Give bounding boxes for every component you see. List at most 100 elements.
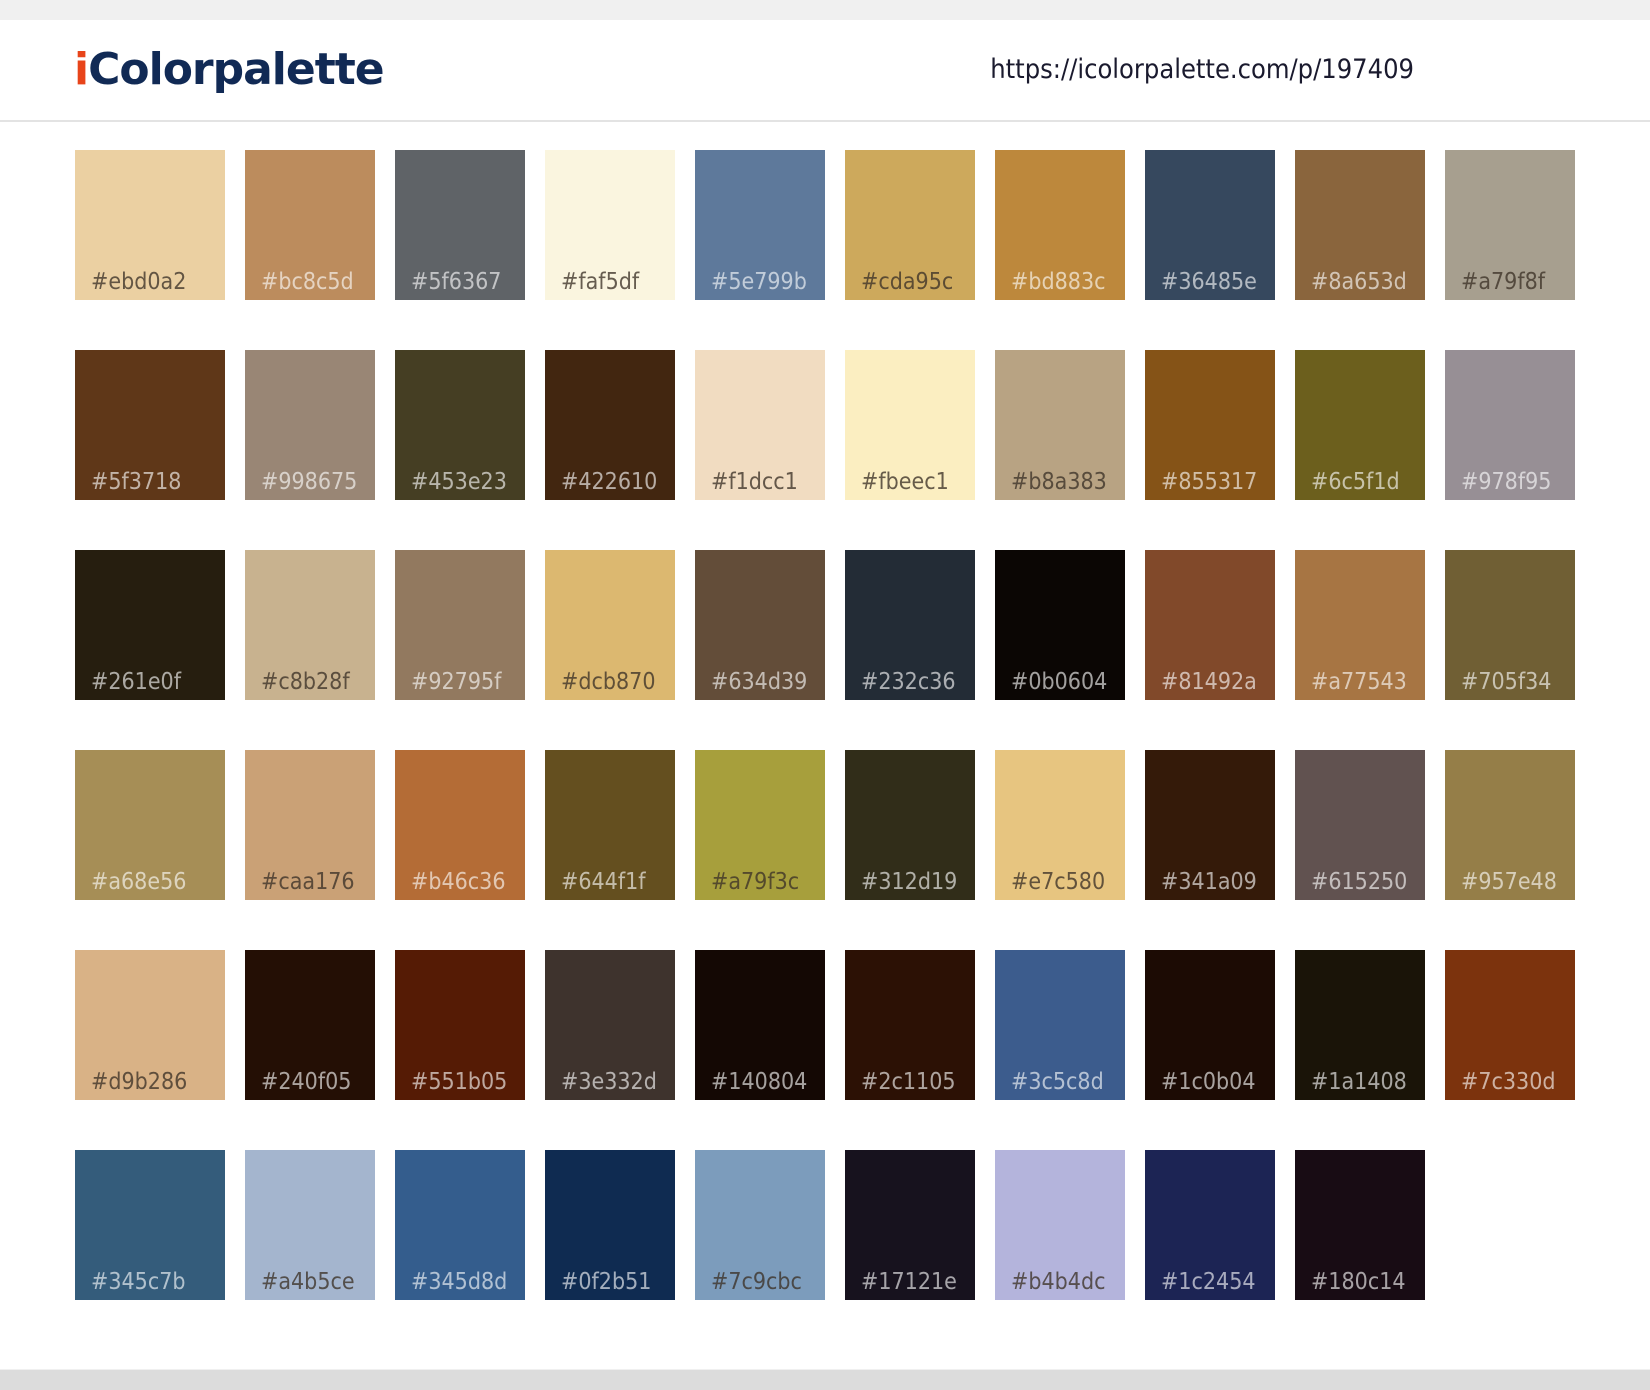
color-swatch[interactable]: #a79f3c [695, 750, 825, 900]
color-swatch[interactable]: #92795f [395, 550, 525, 700]
swatch-hex-label: #8a653d [1311, 269, 1407, 295]
color-swatch[interactable]: #e7c580 [995, 750, 1125, 900]
swatch-hex-label: #261e0f [91, 669, 182, 695]
color-swatch[interactable]: #634d39 [695, 550, 825, 700]
swatch-hex-label: #7c9cbc [711, 1269, 802, 1295]
swatch-hex-label: #7c330d [1461, 1069, 1556, 1095]
swatch-hex-label: #551b05 [411, 1069, 508, 1095]
color-swatch[interactable]: #a79f8f [1445, 150, 1575, 300]
color-swatch[interactable]: #1c0b04 [1145, 950, 1275, 1100]
swatch-hex-label: #caa176 [261, 869, 355, 895]
swatch-hex-label: #b4b4dc [1011, 1269, 1106, 1295]
color-swatch[interactable]: #644f1f [545, 750, 675, 900]
color-swatch[interactable]: #b46c36 [395, 750, 525, 900]
color-swatch[interactable]: #0f2b51 [545, 1150, 675, 1300]
color-swatch[interactable]: #7c330d [1445, 950, 1575, 1100]
color-swatch[interactable]: #453e23 [395, 350, 525, 500]
swatch-hex-label: #0b0604 [1011, 669, 1108, 695]
swatch-hex-label: #422610 [561, 469, 658, 495]
logo-i: i [74, 44, 89, 95]
color-swatch[interactable]: #422610 [545, 350, 675, 500]
site-logo[interactable]: iColorpalette [74, 48, 385, 92]
color-swatch[interactable]: #1c2454 [1145, 1150, 1275, 1300]
swatch-hex-label: #140804 [711, 1069, 808, 1095]
color-swatch[interactable]: #36485e [1145, 150, 1275, 300]
color-swatch[interactable]: #240f05 [245, 950, 375, 1100]
color-swatch[interactable]: #261e0f [75, 550, 225, 700]
color-swatch[interactable]: #345c7b [75, 1150, 225, 1300]
swatch-hex-label: #180c14 [1311, 1269, 1406, 1295]
color-swatch[interactable]: #a4b5ce [245, 1150, 375, 1300]
color-swatch[interactable]: #b4b4dc [995, 1150, 1125, 1300]
swatch-hex-label: #5f3718 [91, 469, 182, 495]
color-swatch[interactable]: #1a1408 [1295, 950, 1425, 1100]
swatch-hex-label: #a77543 [1311, 669, 1407, 695]
swatch-hex-label: #dcb870 [561, 669, 656, 695]
color-swatch[interactable]: #5f3718 [75, 350, 225, 500]
color-swatch[interactable]: #b8a383 [995, 350, 1125, 500]
color-swatch[interactable]: #5e799b [695, 150, 825, 300]
swatch-hex-label: #615250 [1311, 869, 1408, 895]
color-swatch[interactable]: #957e48 [1445, 750, 1575, 900]
swatch-hex-label: #232c36 [861, 669, 956, 695]
color-swatch[interactable]: #bc8c5d [245, 150, 375, 300]
color-swatch[interactable]: #bd883c [995, 150, 1125, 300]
color-swatch[interactable]: #345d8d [395, 1150, 525, 1300]
color-swatch[interactable]: #caa176 [245, 750, 375, 900]
swatch-hex-label: #978f95 [1461, 469, 1552, 495]
color-swatch[interactable]: #2c1105 [845, 950, 975, 1100]
color-swatch[interactable]: #705f34 [1445, 550, 1575, 700]
color-swatch[interactable]: #998675 [245, 350, 375, 500]
color-swatch[interactable]: #c8b28f [245, 550, 375, 700]
swatch-hex-label: #2c1105 [861, 1069, 956, 1095]
color-swatch[interactable]: #615250 [1295, 750, 1425, 900]
swatch-hex-label: #f1dcc1 [711, 469, 798, 495]
swatch-hex-label: #e7c580 [1011, 869, 1106, 895]
swatch-hex-label: #998675 [261, 469, 358, 495]
swatch-hex-label: #345d8d [411, 1269, 508, 1295]
swatch-hex-label: #36485e [1161, 269, 1257, 295]
header: iColorpalette https://icolorpalette.com/… [0, 20, 1650, 122]
swatch-hex-label: #a79f3c [711, 869, 800, 895]
color-swatch[interactable]: #855317 [1145, 350, 1275, 500]
color-swatch[interactable]: #232c36 [845, 550, 975, 700]
swatch-hex-label: #312d19 [861, 869, 958, 895]
swatch-hex-label: #81492a [1161, 669, 1257, 695]
color-swatch[interactable]: #551b05 [395, 950, 525, 1100]
color-swatch[interactable]: #81492a [1145, 550, 1275, 700]
color-swatch[interactable]: #3c5c8d [995, 950, 1125, 1100]
color-swatch[interactable]: #7c9cbc [695, 1150, 825, 1300]
color-swatch[interactable]: #0b0604 [995, 550, 1125, 700]
color-swatch[interactable]: #ebd0a2 [75, 150, 225, 300]
swatch-hex-label: #1a1408 [1311, 1069, 1407, 1095]
swatch-hex-label: #3e332d [561, 1069, 657, 1095]
color-swatch[interactable]: #140804 [695, 950, 825, 1100]
color-swatch[interactable]: #a77543 [1295, 550, 1425, 700]
color-swatch[interactable]: #6c5f1d [1295, 350, 1425, 500]
swatch-hex-label: #bc8c5d [261, 269, 354, 295]
color-swatch[interactable]: #17121e [845, 1150, 975, 1300]
swatch-hex-label: #a4b5ce [261, 1269, 355, 1295]
color-swatch[interactable]: #f1dcc1 [695, 350, 825, 500]
color-swatch[interactable]: #180c14 [1295, 1150, 1425, 1300]
color-swatch[interactable]: #a68e56 [75, 750, 225, 900]
swatch-hex-label: #5f6367 [411, 269, 502, 295]
color-swatch[interactable]: #978f95 [1445, 350, 1575, 500]
palette-url: https://icolorpalette.com/p/197409 [990, 54, 1414, 85]
color-swatch[interactable]: #fbeec1 [845, 350, 975, 500]
color-swatch[interactable]: #3e332d [545, 950, 675, 1100]
swatch-hex-label: #1c0b04 [1161, 1069, 1256, 1095]
swatch-hex-label: #634d39 [711, 669, 808, 695]
color-swatch[interactable]: #dcb870 [545, 550, 675, 700]
color-swatch[interactable]: #8a653d [1295, 150, 1425, 300]
swatch-hex-label: #b46c36 [411, 869, 506, 895]
color-swatch[interactable]: #312d19 [845, 750, 975, 900]
color-swatch[interactable]: #faf5df [545, 150, 675, 300]
color-swatch[interactable]: #d9b286 [75, 950, 225, 1100]
footer-bar [0, 1370, 1650, 1390]
swatch-hex-label: #5e799b [711, 269, 807, 295]
swatch-hex-label: #0f2b51 [561, 1269, 652, 1295]
color-swatch[interactable]: #341a09 [1145, 750, 1275, 900]
color-swatch[interactable]: #cda95c [845, 150, 975, 300]
color-swatch[interactable]: #5f6367 [395, 150, 525, 300]
